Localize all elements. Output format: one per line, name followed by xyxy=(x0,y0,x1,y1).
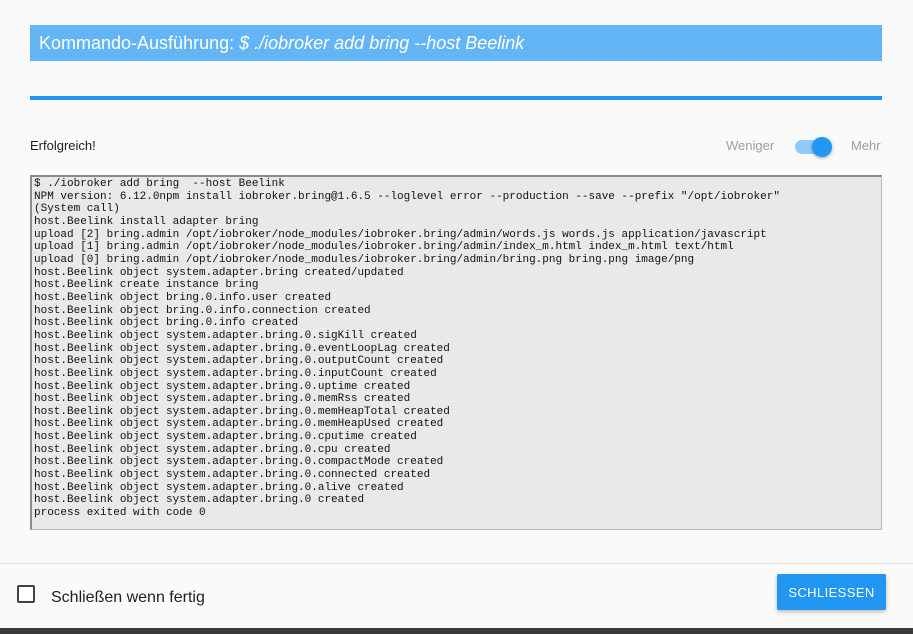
log-line: host.Beelink object bring.0.info created xyxy=(34,317,299,330)
log-line: NPM version: 6.12.0npm install iobroker.… xyxy=(34,190,780,203)
log-line: host.Beelink object system.adapter.bring… xyxy=(34,431,417,444)
log-line: host.Beelink create instance bring xyxy=(34,279,259,292)
command-output-log[interactable]: $ ./iobroker add bring --host Beelink NPM… xyxy=(30,175,882,530)
window-bottom-edge xyxy=(0,628,913,634)
log-line: host.Beelink object system.adapter.bring… xyxy=(34,380,411,393)
log-line: host.Beelink object system.adapter.bring… xyxy=(34,418,444,431)
log-line: host.Beelink install adapter bring xyxy=(34,215,259,228)
log-line: upload [2] bring.admin /opt/iobroker/nod… xyxy=(34,228,767,241)
log-line: (System call) xyxy=(34,203,120,216)
dialog-title: Kommando-Ausführung: $ ./iobroker add br… xyxy=(30,25,882,61)
footer-divider xyxy=(0,563,913,564)
log-line: host.Beelink object system.adapter.bring… xyxy=(34,443,391,456)
log-line: host.Beelink object system.adapter.bring… xyxy=(34,481,404,494)
log-line: host.Beelink object system.adapter.bring… xyxy=(34,355,444,368)
command-dialog: Kommando-Ausführung: $ ./iobroker add br… xyxy=(0,0,913,628)
dialog-title-command: $ ./iobroker add bring --host Beelink xyxy=(239,33,525,53)
close-button[interactable]: SCHLIESSEN xyxy=(777,574,886,610)
close-when-done-label[interactable]: Schließen wenn fertig xyxy=(51,589,205,607)
log-line: host.Beelink object system.adapter.bring… xyxy=(34,456,444,469)
status-text: Erfolgreich! xyxy=(30,138,96,153)
toggle-thumb xyxy=(812,137,832,157)
toggle-label-less: Weniger xyxy=(726,138,775,153)
close-when-done-checkbox[interactable] xyxy=(17,585,35,603)
more-less-toggle[interactable] xyxy=(795,137,833,157)
log-line: host.Beelink object system.adapter.bring… xyxy=(34,469,431,482)
log-line: host.Beelink object system.adapter.bring… xyxy=(34,494,365,507)
progress-bar xyxy=(30,96,882,100)
log-line: upload [1] bring.admin /opt/iobroker/nod… xyxy=(34,241,734,254)
log-line: host.Beelink object bring.0.info.connect… xyxy=(34,304,371,317)
log-line: host.Beelink object system.adapter.bring… xyxy=(34,405,450,418)
log-line: host.Beelink object system.adapter.bring… xyxy=(34,266,404,279)
toggle-label-more: Mehr xyxy=(851,138,881,153)
log-line: host.Beelink object bring.0.info.user cr… xyxy=(34,291,332,304)
log-line: host.Beelink object system.adapter.bring… xyxy=(34,342,450,355)
log-line: $ ./iobroker add bring --host Beelink xyxy=(34,178,285,190)
log-line: upload [0] bring.admin /opt/iobroker/nod… xyxy=(34,253,695,266)
log-line: host.Beelink object system.adapter.bring… xyxy=(34,367,437,380)
log-line: host.Beelink object system.adapter.bring… xyxy=(34,393,411,406)
log-line: host.Beelink object system.adapter.bring… xyxy=(34,329,417,342)
log-line: process exited with code 0 xyxy=(34,507,206,520)
dialog-title-prefix: Kommando-Ausführung: xyxy=(39,33,240,53)
